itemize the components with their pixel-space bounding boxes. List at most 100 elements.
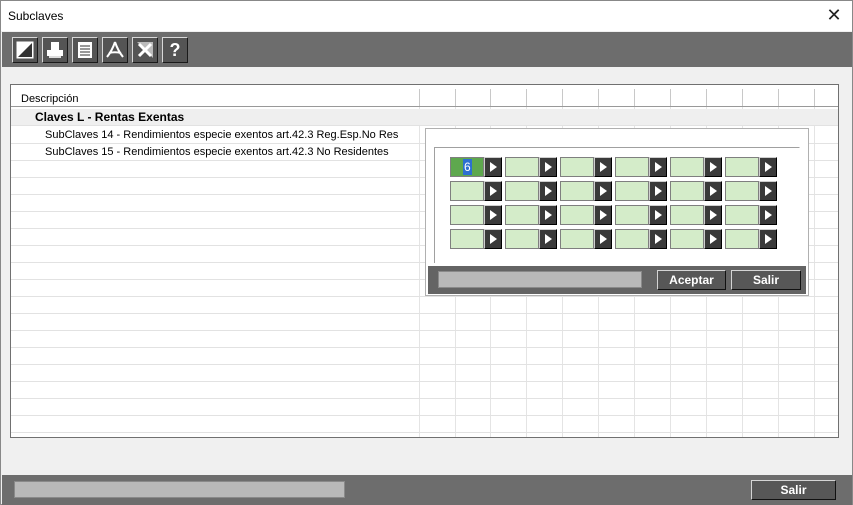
grid-cell bbox=[560, 205, 612, 225]
cell-input[interactable]: 6 bbox=[450, 157, 484, 177]
play-arrow-icon[interactable] bbox=[594, 181, 612, 201]
cell-input[interactable] bbox=[725, 229, 759, 249]
cell-input[interactable] bbox=[450, 205, 484, 225]
grid-cell bbox=[505, 205, 557, 225]
cell-input[interactable] bbox=[615, 181, 649, 201]
cell-input[interactable] bbox=[615, 229, 649, 249]
grid-cell bbox=[725, 229, 777, 249]
row-label: SubClaves 14 - Rendimientos especie exen… bbox=[45, 129, 399, 141]
play-arrow-icon[interactable] bbox=[649, 181, 667, 201]
play-arrow-icon[interactable] bbox=[649, 229, 667, 249]
cell-value: 6 bbox=[463, 159, 472, 175]
grid-cell bbox=[615, 157, 667, 177]
exit-button[interactable]: Salir bbox=[751, 480, 836, 500]
help-label: ? bbox=[169, 40, 181, 60]
cell-input[interactable] bbox=[505, 181, 539, 201]
play-arrow-icon[interactable] bbox=[539, 205, 557, 225]
play-arrow-icon[interactable] bbox=[484, 229, 502, 249]
popup-status-field bbox=[438, 271, 642, 288]
group-label: Claves L - Rentas Exentas bbox=[35, 110, 185, 124]
cell-input[interactable] bbox=[670, 229, 704, 249]
selector-grid: 6 bbox=[434, 147, 800, 263]
cell-input[interactable] bbox=[725, 157, 759, 177]
cell-input[interactable] bbox=[670, 205, 704, 225]
grid-cell bbox=[560, 157, 612, 177]
play-arrow-icon[interactable] bbox=[649, 205, 667, 225]
grid-cell bbox=[450, 229, 502, 249]
window-title: Subclaves bbox=[8, 9, 64, 23]
play-arrow-icon[interactable] bbox=[539, 157, 557, 177]
cell-input[interactable] bbox=[725, 181, 759, 201]
play-arrow-icon[interactable] bbox=[484, 205, 502, 225]
grid-header: Descripción bbox=[11, 85, 838, 107]
close-icon[interactable]: ✕ bbox=[824, 5, 844, 25]
cell-input[interactable] bbox=[505, 205, 539, 225]
cell-input[interactable] bbox=[560, 181, 594, 201]
play-arrow-icon[interactable] bbox=[759, 157, 777, 177]
cell-input[interactable] bbox=[560, 229, 594, 249]
row-label: SubClaves 15 - Rendimientos especie exen… bbox=[45, 146, 389, 158]
selector-popup: 6 Aceptar Salir bbox=[425, 128, 809, 296]
group-row[interactable]: Claves L - Rentas Exentas bbox=[11, 109, 838, 126]
cell-input[interactable] bbox=[450, 229, 484, 249]
title-bar: Subclaves ✕ bbox=[1, 1, 852, 31]
help-icon[interactable]: ? bbox=[162, 37, 188, 63]
play-arrow-icon[interactable] bbox=[759, 205, 777, 225]
pdf-icon[interactable] bbox=[102, 37, 128, 63]
grid-cell bbox=[450, 205, 502, 225]
cell-input[interactable] bbox=[450, 181, 484, 201]
grid-cell bbox=[615, 205, 667, 225]
grid-cell bbox=[615, 229, 667, 249]
excel-icon[interactable] bbox=[132, 37, 158, 63]
list-icon[interactable] bbox=[72, 37, 98, 63]
grid-cell bbox=[670, 205, 722, 225]
play-arrow-icon[interactable] bbox=[594, 205, 612, 225]
grid-cell bbox=[725, 205, 777, 225]
play-arrow-icon[interactable] bbox=[704, 157, 722, 177]
cell-input[interactable] bbox=[615, 205, 649, 225]
cell-input[interactable] bbox=[725, 205, 759, 225]
play-arrow-icon[interactable] bbox=[704, 205, 722, 225]
accept-button[interactable]: Aceptar bbox=[657, 270, 726, 290]
cell-input[interactable] bbox=[670, 181, 704, 201]
play-arrow-icon[interactable] bbox=[704, 229, 722, 249]
grid-cell bbox=[670, 229, 722, 249]
subclaves-window: Subclaves ✕ ? Descripción Claves L - Ren… bbox=[0, 0, 853, 505]
grid-cell bbox=[560, 181, 612, 201]
grid-cell bbox=[505, 181, 557, 201]
popup-exit-button[interactable]: Salir bbox=[731, 270, 801, 290]
edit-icon[interactable] bbox=[12, 37, 38, 63]
cell-input[interactable] bbox=[560, 205, 594, 225]
play-arrow-icon[interactable] bbox=[539, 181, 557, 201]
play-arrow-icon[interactable] bbox=[484, 157, 502, 177]
play-arrow-icon[interactable] bbox=[539, 229, 557, 249]
play-arrow-icon[interactable] bbox=[594, 157, 612, 177]
play-arrow-icon[interactable] bbox=[759, 229, 777, 249]
grid-cell bbox=[450, 181, 502, 201]
play-arrow-icon[interactable] bbox=[484, 181, 502, 201]
cell-input[interactable] bbox=[505, 229, 539, 249]
cell-input[interactable] bbox=[560, 157, 594, 177]
grid-cell: 6 bbox=[450, 157, 502, 177]
play-arrow-icon[interactable] bbox=[649, 157, 667, 177]
play-arrow-icon[interactable] bbox=[759, 181, 777, 201]
status-field bbox=[14, 481, 345, 498]
popup-footer: Aceptar Salir bbox=[428, 266, 806, 294]
play-arrow-icon[interactable] bbox=[704, 181, 722, 201]
play-arrow-icon[interactable] bbox=[594, 229, 612, 249]
cell-input[interactable] bbox=[615, 157, 649, 177]
grid-cell bbox=[615, 181, 667, 201]
toolbar: ? bbox=[2, 32, 852, 67]
grid-cell bbox=[505, 157, 557, 177]
cell-input[interactable] bbox=[670, 157, 704, 177]
column-header-description[interactable]: Descripción bbox=[21, 93, 78, 105]
status-bar: Salir bbox=[2, 475, 852, 505]
cell-input[interactable] bbox=[505, 157, 539, 177]
grid-cell bbox=[725, 181, 777, 201]
grid-cell bbox=[670, 181, 722, 201]
grid-cell bbox=[560, 229, 612, 249]
print-icon[interactable] bbox=[42, 37, 68, 63]
grid-cell bbox=[670, 157, 722, 177]
grid-cell bbox=[725, 157, 777, 177]
grid-cell bbox=[505, 229, 557, 249]
